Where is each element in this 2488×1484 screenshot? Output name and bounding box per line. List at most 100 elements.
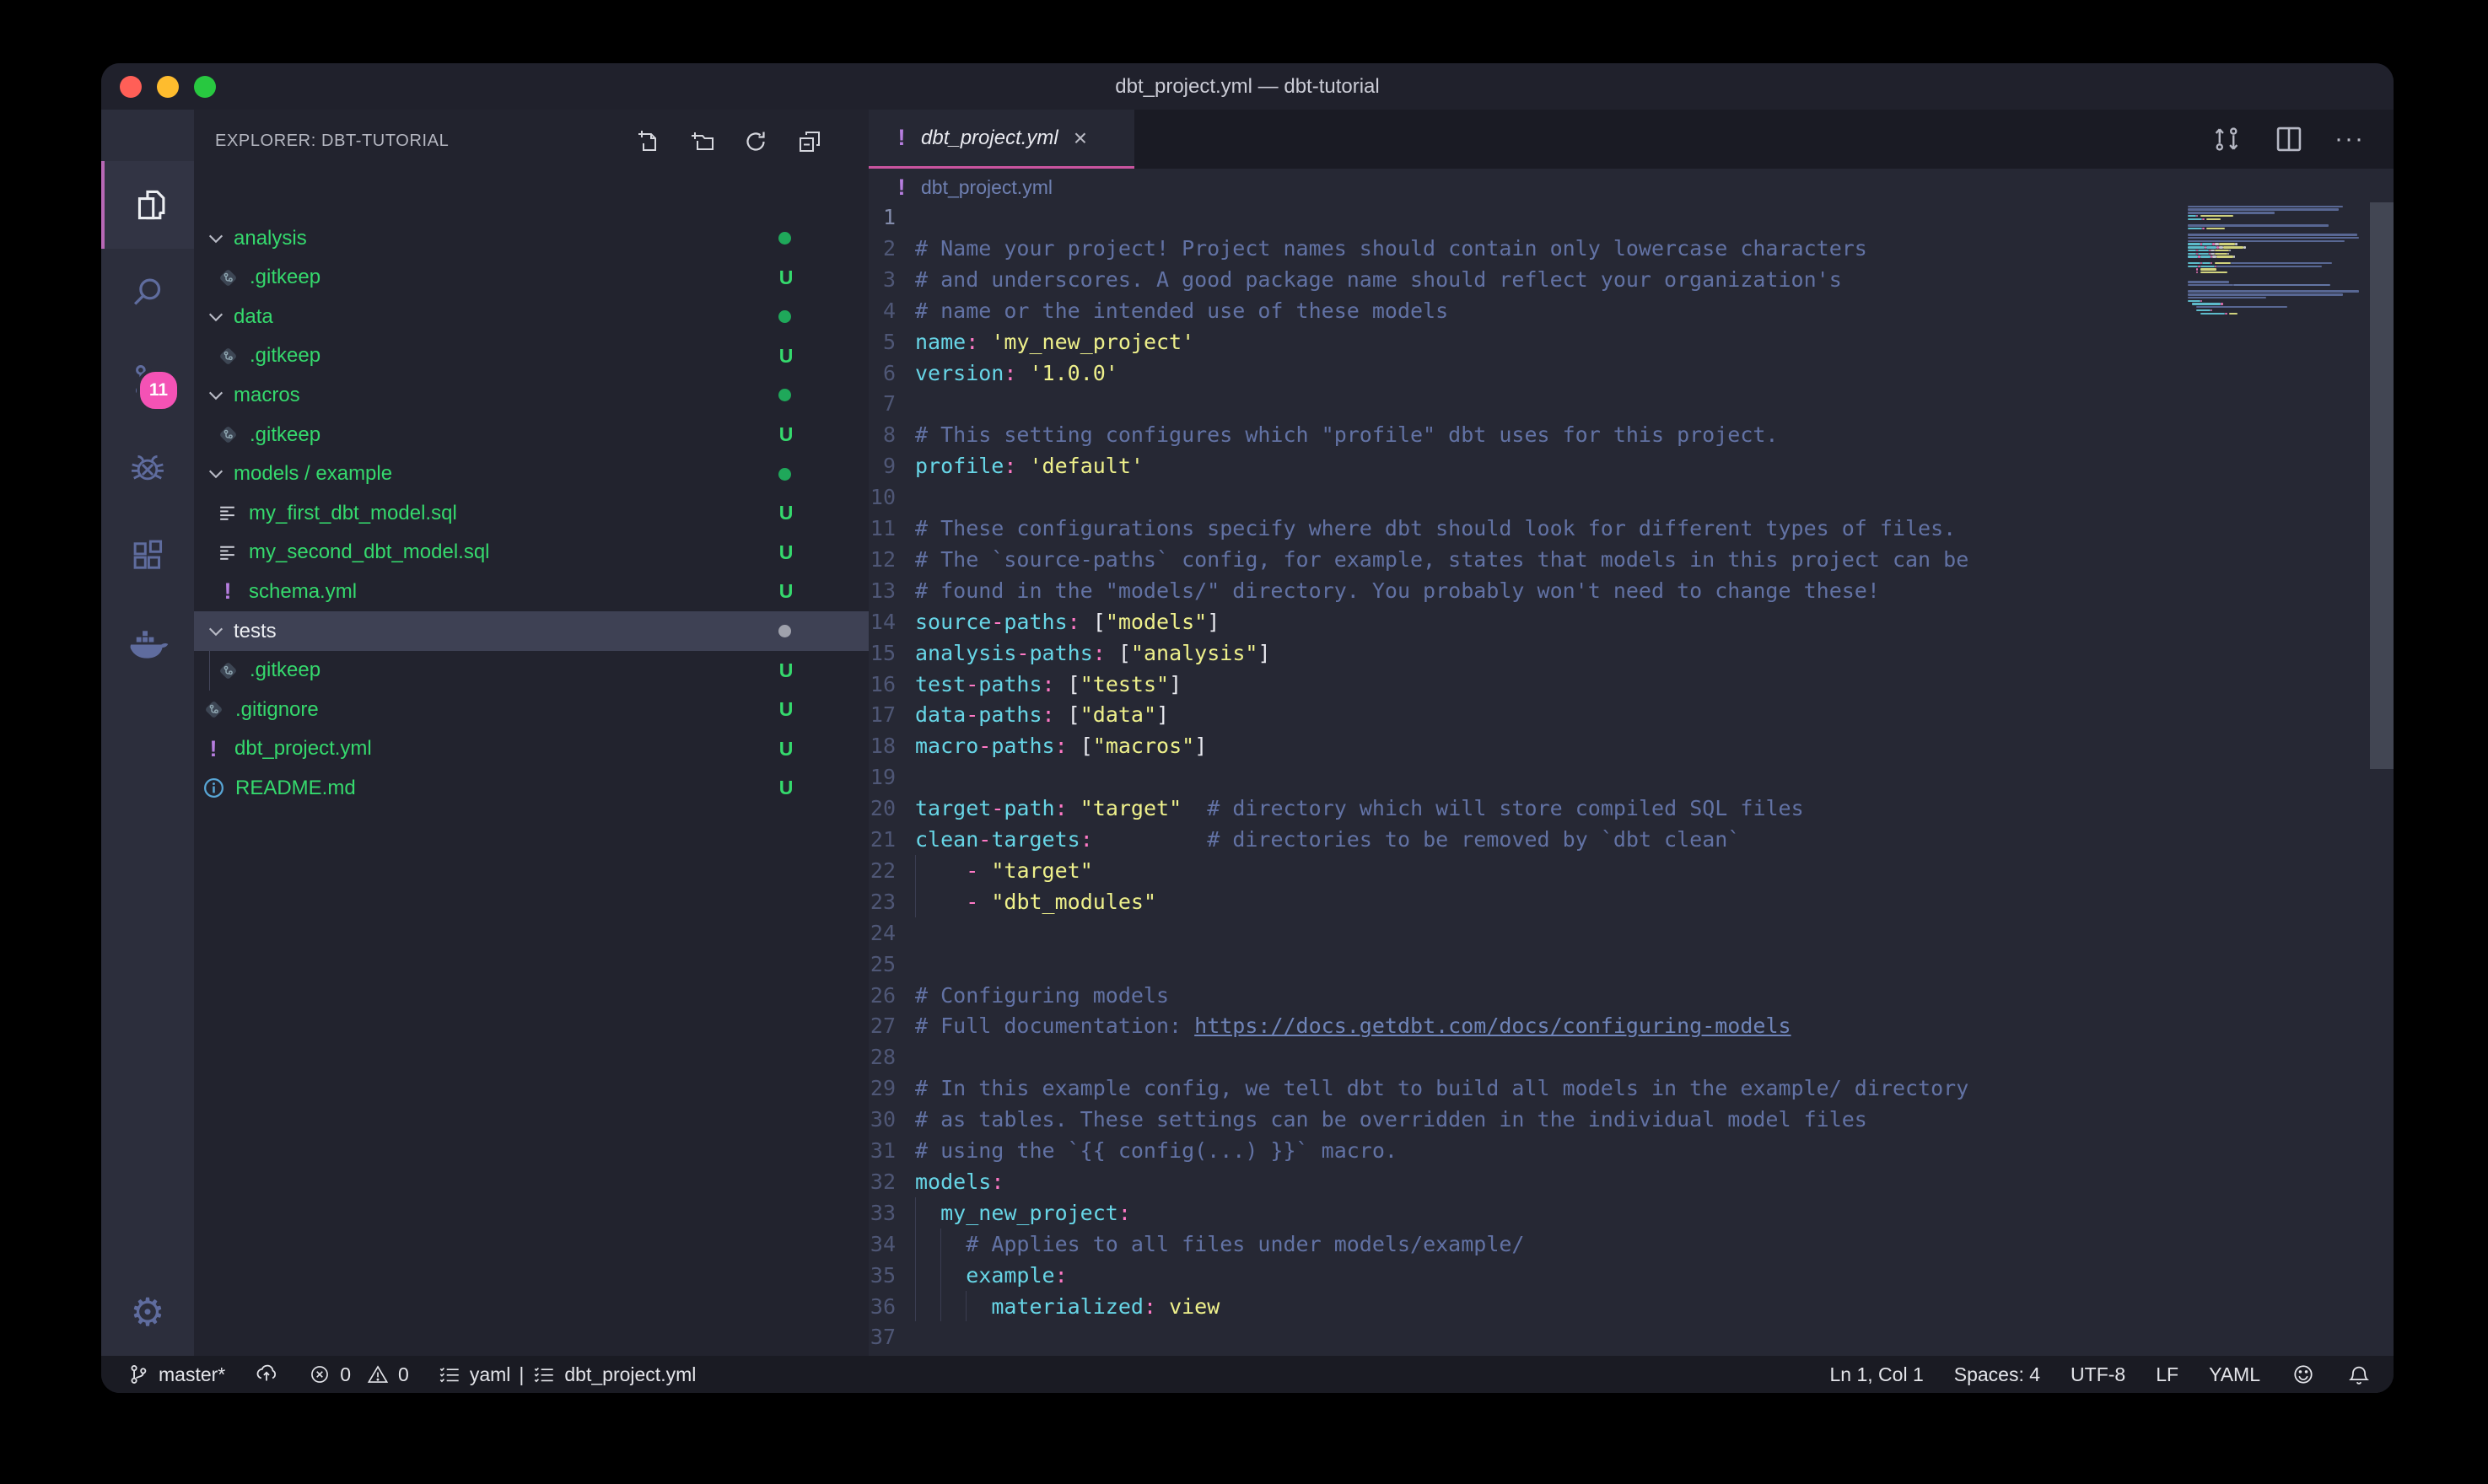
minimap-line [2188,281,2370,283]
line-number: 25 [869,949,896,980]
line-number: 33 [869,1197,896,1229]
code-line-21[interactable]: 21clean-targets: # directories to be rem… [869,824,1740,855]
line-number: 4 [869,295,896,326]
minimap-line [2188,262,2370,265]
minimap-line [2188,250,2370,252]
code-line-28[interactable]: 28 [869,1041,915,1073]
minimap-line [2188,228,2370,230]
line-number: 18 [869,730,896,761]
code-editor[interactable]: 12# Name your project! Project names sho… [101,63,2394,1356]
line-number: 29 [869,1073,896,1104]
line-number: 5 [869,326,896,358]
minimap-line [2188,290,2370,293]
error-count: 0 [340,1363,351,1386]
yaml-lint-status[interactable]: yaml | dbt_project.yml [438,1363,697,1386]
minimap-line [2188,224,2370,227]
code-line-9[interactable]: 9profile: 'default' [869,450,1144,481]
feedback-smiley-icon[interactable] [2291,1362,2316,1387]
line-number: 27 [869,1010,896,1041]
minimap-line [2188,255,2370,258]
code-line-5[interactable]: 5name: 'my_new_project' [869,326,1194,358]
line-number: 32 [869,1166,896,1197]
code-line-29[interactable]: 29# In this example config, we tell dbt … [869,1073,1968,1104]
code-line-7[interactable]: 7 [869,388,915,419]
code-line-36[interactable]: 36 materialized: view [869,1291,1220,1322]
line-number: 11 [869,513,896,544]
code-line-32[interactable]: 32models: [869,1166,1004,1197]
code-line-8[interactable]: 8# This setting configures which "profil… [869,419,1779,450]
code-line-12[interactable]: 12# The `source-paths` config, for examp… [869,544,1968,575]
code-line-17[interactable]: 17data-paths: ["data"] [869,699,1169,730]
minimap-line [2188,275,2370,277]
code-line-16[interactable]: 16test-paths: ["tests"] [869,669,1182,700]
code-line-26[interactable]: 26# Configuring models [869,980,1169,1011]
notifications-bell-icon[interactable] [2346,1362,2372,1387]
code-line-20[interactable]: 20target-path: "target" # directory whic… [869,793,1804,824]
minimap-line [2188,208,2370,211]
minimap-line [2188,221,2370,223]
line-number: 35 [869,1260,896,1291]
line-number: 21 [869,824,896,855]
line-number: 10 [869,481,896,513]
lint-language: yaml [470,1363,511,1386]
cursor-position[interactable]: Ln 1, Col 1 [1830,1363,1924,1386]
minimap-line [2188,297,2370,299]
minimap-line [2188,300,2370,303]
vscode-window: dbt_project.yml — dbt-tutorial [101,63,2394,1393]
eol-setting[interactable]: LF [2156,1363,2178,1386]
code-line-18[interactable]: 18macro-paths: ["macros"] [869,730,1207,761]
line-number: 19 [869,761,896,793]
line-number: 13 [869,575,896,606]
code-line-1[interactable]: 1 [869,202,915,233]
code-line-13[interactable]: 13# found in the "models/" directory. Yo… [869,575,1880,606]
code-line-19[interactable]: 19 [869,761,915,793]
encoding-setting[interactable]: UTF-8 [2071,1363,2125,1386]
sync-changes-button[interactable] [254,1362,279,1387]
code-line-33[interactable]: 33 my_new_project: [869,1197,1131,1229]
minimap-line [2188,268,2370,271]
minimap-line [2188,206,2370,208]
indentation-setting[interactable]: Spaces: 4 [1954,1363,2040,1386]
minimap-line [2188,266,2370,268]
editor-scrollbar-thumb[interactable] [2370,202,2394,769]
code-line-15[interactable]: 15analysis-paths: ["analysis"] [869,637,1271,669]
minimap-line [2188,253,2370,255]
code-line-14[interactable]: 14source-paths: ["models"] [869,606,1220,637]
code-line-23[interactable]: 23 - "dbt_modules" [869,886,1156,917]
minimap-line [2188,303,2370,305]
minimap-line [2188,234,2370,236]
code-line-37[interactable]: 37 [869,1321,915,1352]
code-line-34[interactable]: 34 # Applies to all files under models/e… [869,1229,1524,1260]
code-line-3[interactable]: 3# and underscores. A good package name … [869,264,1842,295]
git-branch-status[interactable]: master* [127,1363,225,1386]
line-number: 15 [869,637,896,669]
minimap-line [2188,293,2370,296]
code-line-25[interactable]: 25 [869,949,915,980]
branch-name: master* [159,1363,225,1386]
line-number: 20 [869,793,896,824]
code-line-24[interactable]: 24 [869,917,915,949]
line-number: 22 [869,855,896,886]
line-number: 17 [869,699,896,730]
minimap-line [2188,218,2370,221]
code-line-30[interactable]: 30# as tables. These settings can be ove… [869,1104,1867,1135]
minimap-line [2188,212,2370,214]
line-number: 2 [869,233,896,264]
code-line-2[interactable]: 2# Name your project! Project names shou… [869,233,1867,264]
problems-status[interactable]: 0 0 [308,1363,409,1386]
line-number: 34 [869,1229,896,1260]
line-number: 31 [869,1135,896,1166]
code-line-27[interactable]: 27# Full documentation: https://docs.get… [869,1010,1791,1041]
minimap-line [2188,284,2370,287]
code-line-31[interactable]: 31# using the `{{ config(...) }}` macro. [869,1135,1397,1166]
code-line-4[interactable]: 4# name or the intended use of these mod… [869,295,1448,326]
code-line-6[interactable]: 6version: '1.0.0' [869,358,1118,389]
line-number: 6 [869,358,896,389]
code-line-10[interactable]: 10 [869,481,915,513]
code-line-22[interactable]: 22 - "target" [869,855,1093,886]
code-line-11[interactable]: 11# These configurations specify where d… [869,513,1956,544]
language-mode[interactable]: YAML [2209,1363,2260,1386]
minimap[interactable] [2188,202,2370,337]
separator: | [519,1363,524,1386]
code-line-35[interactable]: 35 example: [869,1260,1068,1291]
